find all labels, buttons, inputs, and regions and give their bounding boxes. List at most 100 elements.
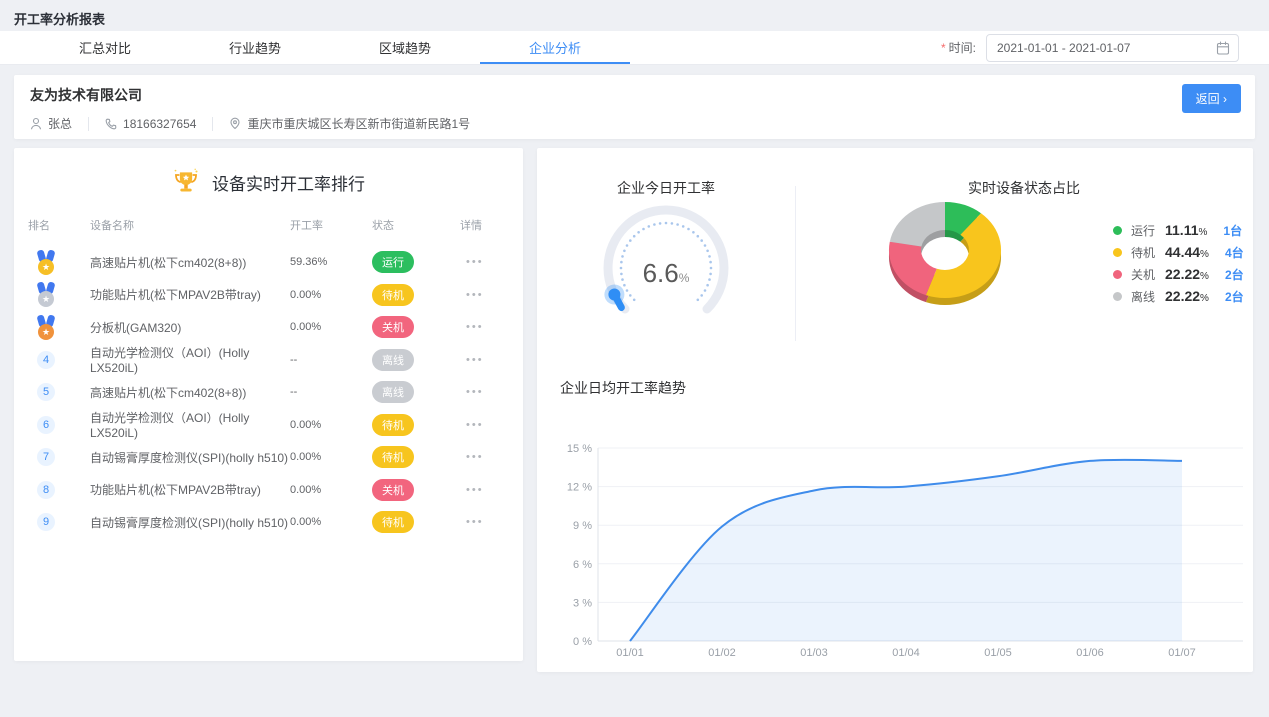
device-rate: 0.00% <box>290 321 372 333</box>
trophy-icon <box>172 168 200 196</box>
daily-rate-trend-chart: 15 %12 %9 %6 %3 %0 %01/0101/0201/0301/04… <box>555 440 1251 668</box>
svg-text:01/05: 01/05 <box>984 647 1012 659</box>
tab-bar: 汇总对比 行业趋势 区域趋势 企业分析 * 时间: 2021-01-01 - 2… <box>0 31 1269 65</box>
device-rate: 0.00% <box>290 289 372 301</box>
more-actions-icon[interactable]: ••• <box>466 516 509 528</box>
contact-address: 重庆市重庆城区长寿区新市街道新民路1号 <box>229 115 470 132</box>
status-badge: 运行 <box>372 251 414 273</box>
gauge-value: 6.6% <box>537 258 795 289</box>
device-name: 自动锡膏厚度检测仪(SPI)(holly h510) <box>90 514 290 531</box>
table-row: 9 自动锡膏厚度检测仪(SPI)(holly h510) 0.00% 待机 ••… <box>14 506 523 539</box>
device-rate: 0.00% <box>290 484 372 496</box>
more-actions-icon[interactable]: ••• <box>466 354 509 366</box>
rank-number: 9 <box>37 513 55 531</box>
more-actions-icon[interactable]: ••• <box>466 386 509 398</box>
contact-phone: 18166327654 <box>105 117 196 131</box>
svg-text:6 %: 6 % <box>573 559 592 571</box>
device-rate: -- <box>290 386 372 398</box>
table-row: ★ 功能贴片机(松下MPAV2B带tray) 0.00% 待机 ••• <box>14 279 523 312</box>
legend-item-off[interactable]: 关机 22.22% 2台 <box>1113 263 1244 285</box>
rank-number: 6 <box>37 416 55 434</box>
device-name: 高速贴片机(松下cm402(8+8)) <box>90 384 290 401</box>
legend-item-offline[interactable]: 离线 22.22% 2台 <box>1113 285 1244 307</box>
legend-item-standby[interactable]: 待机 44.44% 4台 <box>1113 241 1244 263</box>
device-rate: 0.00% <box>290 451 372 463</box>
status-badge: 离线 <box>372 349 414 371</box>
svg-text:01/01: 01/01 <box>616 647 644 659</box>
person-icon <box>30 117 42 130</box>
tab-industry-trend[interactable]: 行业趋势 <box>180 31 330 64</box>
more-actions-icon[interactable]: ••• <box>466 321 509 333</box>
svg-text:01/03: 01/03 <box>800 647 828 659</box>
more-actions-icon[interactable]: ••• <box>466 451 509 463</box>
status-badge: 待机 <box>372 446 414 468</box>
device-rate: 0.00% <box>290 419 372 431</box>
rank-number: 8 <box>37 481 55 499</box>
ranking-title: 设备实时开工率排行 <box>212 170 365 195</box>
table-row: 7 自动锡膏厚度检测仪(SPI)(holly h510) 0.00% 待机 ••… <box>14 441 523 474</box>
device-name: 自动锡膏厚度检测仪(SPI)(holly h510) <box>90 449 290 466</box>
company-name: 友为技术有限公司 <box>30 85 142 105</box>
device-rate: 0.00% <box>290 516 372 528</box>
trend-chart-title: 企业日均开工率趋势 <box>560 378 686 398</box>
svg-text:0 %: 0 % <box>573 636 592 648</box>
svg-text:12 %: 12 % <box>567 482 592 494</box>
svg-text:9 %: 9 % <box>573 520 592 532</box>
device-count-link[interactable]: 1台 <box>1223 222 1242 239</box>
more-actions-icon[interactable]: ••• <box>466 289 509 301</box>
svg-text:01/07: 01/07 <box>1168 647 1196 659</box>
svg-text:3 %: 3 % <box>573 597 592 609</box>
divider <box>212 117 213 131</box>
rank-number: 5 <box>37 383 55 401</box>
location-icon <box>229 117 241 130</box>
pie-legend: 运行 11.11% 1台 待机 44.44% 4台 关机 22.22% 2台 离… <box>1113 219 1244 307</box>
table-row: ★ 高速贴片机(松下cm402(8+8)) 59.36% 运行 ••• <box>14 246 523 279</box>
ranking-header: 设备实时开工率排行 <box>14 168 523 196</box>
tab-summary-compare[interactable]: 汇总对比 <box>30 31 180 64</box>
device-count-link[interactable]: 4台 <box>1225 244 1244 261</box>
today-rate-gauge-section: 企业今日开工率 6.6% <box>537 148 795 363</box>
legend-item-running[interactable]: 运行 11.11% 1台 <box>1113 219 1244 241</box>
legend-dot <box>1113 270 1122 279</box>
status-badge: 离线 <box>372 381 414 403</box>
tab-region-trend[interactable]: 区域趋势 <box>330 31 480 64</box>
device-name: 自动光学检测仪（AOI）(Holly LX520iL) <box>90 409 290 440</box>
table-row: 8 功能贴片机(松下MPAV2B带tray) 0.00% 关机 ••• <box>14 474 523 507</box>
device-ranking-card: 设备实时开工率排行 排名 设备名称 开工率 状态 详情 ★ 高速贴片机(松下cm… <box>14 148 523 661</box>
svg-text:01/02: 01/02 <box>708 647 736 659</box>
silver-medal-icon: ★ <box>36 282 56 307</box>
status-badge: 待机 <box>372 284 414 306</box>
table-row: 6 自动光学检测仪（AOI）(Holly LX520iL) 0.00% 待机 •… <box>14 409 523 442</box>
device-count-link[interactable]: 2台 <box>1225 266 1244 283</box>
rank-number: 7 <box>37 448 55 466</box>
device-status-pie-section: 实时设备状态占比 运行 11.11% 1台 待机 44.44% 4台 关机 22… <box>795 148 1253 363</box>
time-filter-label: 时间: <box>949 39 976 56</box>
calendar-icon[interactable] <box>1216 41 1230 56</box>
device-name: 高速贴片机(松下cm402(8+8)) <box>90 254 290 271</box>
company-card: 友为技术有限公司 返回 › 张总 18166327654 重庆市重庆城区长寿区新… <box>14 75 1255 139</box>
ranking-table-header: 排名 设备名称 开工率 状态 详情 <box>14 214 523 236</box>
table-row: 4 自动光学检测仪（AOI）(Holly LX520iL) -- 离线 ••• <box>14 344 523 377</box>
date-range-input[interactable]: 2021-01-01 - 2021-01-07 <box>986 34 1239 62</box>
enterprise-analysis-card: 企业今日开工率 6.6% 实时设备状态占比 运行 11.11% 1台 待机 44… <box>537 148 1253 672</box>
status-badge: 关机 <box>372 316 414 338</box>
legend-dot <box>1113 292 1122 301</box>
more-actions-icon[interactable]: ••• <box>466 419 509 431</box>
gold-medal-icon: ★ <box>36 250 56 275</box>
page-title: 开工率分析报表 <box>14 9 105 28</box>
time-filter: * 时间: 2021-01-01 - 2021-01-07 <box>941 31 1269 64</box>
table-row: ★ 分板机(GAM320) 0.00% 关机 ••• <box>14 311 523 344</box>
bronze-medal-icon: ★ <box>36 315 56 340</box>
device-count-link[interactable]: 2台 <box>1225 288 1244 305</box>
device-name: 功能贴片机(松下MPAV2B带tray) <box>90 481 290 498</box>
device-rate: -- <box>290 354 372 366</box>
rank-number: 4 <box>37 351 55 369</box>
more-actions-icon[interactable]: ••• <box>466 484 509 496</box>
legend-dot <box>1113 226 1122 235</box>
more-actions-icon[interactable]: ••• <box>466 256 509 268</box>
device-name: 分板机(GAM320) <box>90 319 290 336</box>
tab-enterprise-analysis[interactable]: 企业分析 <box>480 31 630 64</box>
status-badge: 待机 <box>372 414 414 436</box>
back-button[interactable]: 返回 › <box>1182 84 1241 113</box>
ranking-table-body: ★ 高速贴片机(松下cm402(8+8)) 59.36% 运行 ••• ★ 功能… <box>14 246 523 539</box>
